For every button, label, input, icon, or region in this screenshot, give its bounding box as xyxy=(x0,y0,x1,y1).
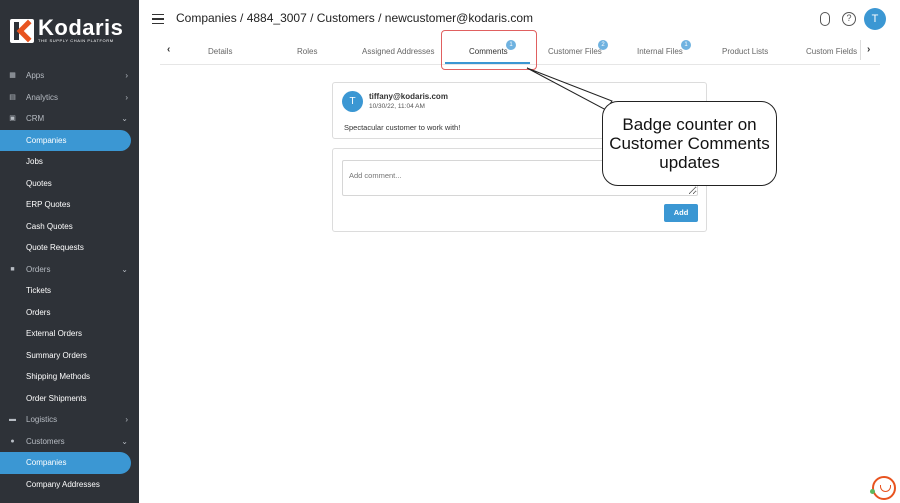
tab-assigned-addresses[interactable]: Assigned Addresses xyxy=(362,47,435,56)
comments-tab-highlight xyxy=(441,30,537,70)
truck-icon: ■ xyxy=(10,265,15,273)
logo-name: Kodaris xyxy=(38,15,124,40)
attachment-icon[interactable] xyxy=(820,12,830,26)
chevron-down-icon: ⌄ xyxy=(121,114,128,123)
tab-custom-fields[interactable]: Custom Fields xyxy=(806,47,857,56)
sidebar-item-external-orders[interactable]: External Orders xyxy=(0,323,139,345)
logistics-icon: ▬ xyxy=(9,416,16,423)
chevron-right-icon: › xyxy=(125,71,128,80)
chevron-left-icon[interactable]: ‹ xyxy=(167,44,170,55)
sidebar-item-label: Companies xyxy=(26,458,67,468)
customer-files-badge: 2 xyxy=(598,40,608,50)
sidebar-item-label: Cash Quotes xyxy=(26,221,73,231)
sidebar-item-label: External Orders xyxy=(26,329,83,339)
comment-author: tiffany@kodaris.com xyxy=(369,92,448,101)
annotation-callout: Badge counter on Customer Comments updat… xyxy=(602,101,777,186)
sidebar-item-label: Companies xyxy=(26,135,67,145)
logo-tagline: THE SUPPLY CHAIN PLATFORM xyxy=(38,38,114,43)
sidebar-item-quotes[interactable]: Quotes xyxy=(0,173,139,195)
sidebar-item-summary-orders[interactable]: Summary Orders xyxy=(0,345,139,367)
grid-icon: ▦ xyxy=(9,72,16,79)
add-comment-button[interactable]: Add xyxy=(664,204,698,222)
kodaris-logo-mark-icon xyxy=(10,19,34,43)
sidebar-item-label: Tickets xyxy=(26,286,52,296)
sidebar-item-customers-group[interactable]: ● Customers ⌄ xyxy=(0,431,139,453)
sidebar-item-orders[interactable]: Orders xyxy=(0,302,139,324)
sidebar-item-analytics[interactable]: ▤ Analytics › xyxy=(0,87,139,109)
sidebar-item-crm-companies[interactable]: Companies xyxy=(0,129,131,151)
sidebar-item-label: Shipping Methods xyxy=(26,372,91,382)
contact-icon: ▣ xyxy=(9,115,16,122)
sidebar-item-jobs[interactable]: Jobs xyxy=(0,151,139,173)
hamburger-menu-icon[interactable] xyxy=(152,14,164,24)
sidebar-nav: ▦ Apps › ▤ Analytics › ▣ CRM ⌄ Companies… xyxy=(0,65,139,495)
tab-product-lists[interactable]: Product Lists xyxy=(722,47,768,56)
sidebar-item-cash-quotes[interactable]: Cash Quotes xyxy=(0,216,139,238)
internal-files-badge: 1 xyxy=(681,40,691,50)
sidebar-item-shipping-methods[interactable]: Shipping Methods xyxy=(0,366,139,388)
chevron-right-icon[interactable]: › xyxy=(867,44,870,55)
sidebar-item-label: Company Addresses xyxy=(26,479,100,489)
sidebar-item-company-addresses[interactable]: Company Addresses xyxy=(0,474,139,496)
sidebar-item-erp-quotes[interactable]: ERP Quotes xyxy=(0,194,139,216)
online-status-dot xyxy=(870,489,875,494)
comment-timestamp: 10/30/22, 11:04 AM xyxy=(369,103,425,110)
chevron-down-icon: ⌄ xyxy=(121,264,128,274)
sidebar-item-label: CRM xyxy=(26,114,45,124)
sidebar-item-label: Customers xyxy=(26,436,65,446)
tab-internal-files[interactable]: Internal Files xyxy=(637,47,683,56)
chevron-down-icon: ⌄ xyxy=(121,436,128,446)
sidebar-item-label: Order Shipments xyxy=(26,393,87,403)
sidebar-item-label: Summary Orders xyxy=(26,350,87,360)
help-icon[interactable]: ? xyxy=(842,12,856,26)
tab-customer-files[interactable]: Customer Files xyxy=(548,47,602,56)
users-icon: ● xyxy=(10,437,15,445)
sidebar-item-orders-group[interactable]: ■ Orders ⌄ xyxy=(0,259,139,281)
sidebar-item-label: ERP Quotes xyxy=(26,200,71,210)
comment-text: Spectacular customer to work with! xyxy=(344,123,461,132)
breadcrumb: Companies / 4884_3007 / Customers / newc… xyxy=(176,11,534,25)
sidebar-item-label: Analytics xyxy=(26,92,59,102)
chevron-right-icon: › xyxy=(125,92,128,102)
sidebar-item-crm[interactable]: ▣ CRM ⌄ xyxy=(0,108,139,130)
sidebar-item-tickets[interactable]: Tickets xyxy=(0,280,139,302)
tab-roles[interactable]: Roles xyxy=(297,47,317,56)
comment-author-avatar: T xyxy=(342,91,363,112)
sidebar-item-label: Orders xyxy=(26,264,51,274)
sidebar-item-apps[interactable]: ▦ Apps › xyxy=(0,65,139,87)
kodaris-logo[interactable]: Kodaris THE SUPPLY CHAIN PLATFORM xyxy=(10,15,124,44)
sidebar-item-label: Orders xyxy=(26,307,51,317)
sidebar-item-label: Apps xyxy=(26,71,45,81)
sidebar-item-customers-companies[interactable]: Companies xyxy=(0,452,131,474)
tab-details[interactable]: Details xyxy=(208,47,232,56)
tab-divider xyxy=(860,40,861,60)
chart-icon: ▤ xyxy=(9,93,16,101)
sidebar-item-label: Logistics xyxy=(26,415,58,425)
sidebar-item-label: Quote Requests xyxy=(26,243,84,253)
sidebar-item-label: Jobs xyxy=(26,157,43,167)
sidebar-item-order-shipments[interactable]: Order Shipments xyxy=(0,388,139,410)
sidebar-item-logistics[interactable]: ▬ Logistics › xyxy=(0,409,139,431)
sidebar-item-quote-requests[interactable]: Quote Requests xyxy=(0,237,139,259)
chevron-right-icon: › xyxy=(125,415,128,424)
sidebar-item-label: Quotes xyxy=(26,178,52,188)
user-avatar[interactable]: T xyxy=(864,8,886,30)
chat-support-icon[interactable] xyxy=(872,476,896,500)
sidebar: Kodaris THE SUPPLY CHAIN PLATFORM ▦ Apps… xyxy=(0,0,139,503)
